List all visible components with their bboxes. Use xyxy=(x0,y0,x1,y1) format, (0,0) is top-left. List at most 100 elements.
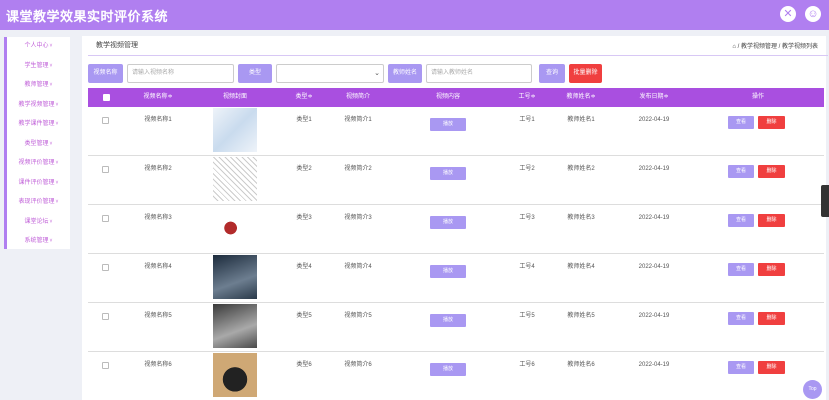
column-header[interactable]: 视频名称≑ xyxy=(130,88,186,107)
sidebar-item-students[interactable]: 学生管理˅ xyxy=(7,57,70,77)
sidebar-item-profile[interactable]: 个人中心˅ xyxy=(7,37,70,57)
home-icon[interactable]: ⌂ xyxy=(732,44,736,50)
video-name-cell: 视频名称2 xyxy=(144,166,172,172)
type-cell: 类型5 xyxy=(296,313,312,319)
teacher-name-cell: 教师姓名6 xyxy=(567,362,595,368)
sidebar-item-video-reviews[interactable]: 视频评价管理˅ xyxy=(7,154,70,174)
table-row: 视频名称3 类型3 视频简介3 播放 工号3 教师姓名3 2022-04-19 查看 删除 xyxy=(88,206,824,254)
row-checkbox[interactable] xyxy=(102,117,109,124)
teacher-name-input[interactable]: 请输入教师姓名 xyxy=(426,64,532,83)
publish-date-cell: 2022-04-19 xyxy=(638,117,670,123)
video-cover-image xyxy=(213,108,257,152)
table-row: 视频名称4 类型4 视频简介4 播放 工号4 教师姓名4 2022-04-19 查看 删除 xyxy=(88,255,824,303)
play-button[interactable]: 播放 xyxy=(430,265,466,278)
back-to-top-button[interactable]: Top xyxy=(803,380,822,399)
chevron-down-icon: ˅ xyxy=(49,62,53,69)
user-icon[interactable]: ☺ xyxy=(805,6,821,22)
sidebar-item-forum[interactable]: 课堂论坛˅ xyxy=(7,213,70,233)
type-cell: 类型4 xyxy=(296,264,312,270)
view-button[interactable]: 查看 xyxy=(728,165,754,178)
search-bar: 视频名称 请输入视频名称 类型 ⌄ 教师姓名 请输入教师姓名 查询 批量删除 xyxy=(88,64,828,84)
video-table: 视频名称≑ 视频封面 类型≑ 视频简介 视频内容 工号≑ 教师姓名≑ 发布日期≑… xyxy=(88,88,824,400)
delete-button[interactable]: 删除 xyxy=(758,214,785,227)
play-button[interactable]: 播放 xyxy=(430,216,466,229)
column-header[interactable]: 发布日期≑ xyxy=(626,88,682,107)
table-row: 视频名称2 类型2 视频简介2 播放 工号2 教师姓名2 2022-04-19 查看 删除 xyxy=(88,157,824,205)
sidebar-item-performance-reviews[interactable]: 表现评价管理˅ xyxy=(7,193,70,213)
video-name-cell: 视频名称5 xyxy=(144,313,172,319)
type-select[interactable]: ⌄ xyxy=(276,64,384,83)
sidebar-item-system[interactable]: 系统管理˅ xyxy=(7,232,70,252)
column-header: 视频内容 xyxy=(435,94,460,100)
row-checkbox[interactable] xyxy=(102,362,109,369)
scrollbar-handle[interactable] xyxy=(821,185,829,217)
column-header: 操作 xyxy=(751,94,764,100)
chevron-down-icon: ˅ xyxy=(55,160,59,166)
type-cell: 类型1 xyxy=(296,117,312,123)
view-button[interactable]: 查看 xyxy=(728,116,754,129)
column-header[interactable]: 教师姓名≑ xyxy=(556,88,606,107)
table-header: 视频名称≑ 视频封面 类型≑ 视频简介 视频内容 工号≑ 教师姓名≑ 发布日期≑… xyxy=(88,88,824,107)
intro-cell: 视频简介2 xyxy=(344,166,372,172)
sidebar-item-videos[interactable]: 教学视频管理˅ xyxy=(7,96,70,116)
teacher-name-cell: 教师姓名4 xyxy=(567,264,595,270)
view-button[interactable]: 查看 xyxy=(728,361,754,374)
publish-date-cell: 2022-04-19 xyxy=(638,166,670,172)
row-checkbox[interactable] xyxy=(102,313,109,320)
table-row: 视频名称5 类型5 视频简介5 播放 工号5 教师姓名5 2022-04-19 查看 删除 xyxy=(88,304,824,352)
play-button[interactable]: 播放 xyxy=(430,118,466,131)
delete-button[interactable]: 删除 xyxy=(758,312,785,325)
view-button[interactable]: 查看 xyxy=(728,312,754,325)
play-button[interactable]: 播放 xyxy=(430,314,466,327)
top-bar: 课堂教学效果实时评价系统 ✕ ☺ xyxy=(0,0,829,30)
column-header[interactable]: 工号≑ xyxy=(508,88,546,107)
batch-delete-button[interactable]: 批量删除 xyxy=(569,64,602,83)
publish-date-cell: 2022-04-19 xyxy=(638,264,670,270)
fullscreen-icon[interactable]: ✕ xyxy=(780,6,796,22)
row-checkbox[interactable] xyxy=(102,264,109,271)
page-tab[interactable]: 教学视频管理 xyxy=(96,40,138,50)
type-cell: 类型6 xyxy=(296,362,312,368)
chevron-down-icon: ˅ xyxy=(55,199,59,205)
query-button[interactable]: 查询 xyxy=(539,64,565,83)
video-name-input[interactable]: 请输入视频名称 xyxy=(127,64,234,83)
delete-button[interactable]: 删除 xyxy=(758,116,785,129)
chevron-down-icon: ˅ xyxy=(55,101,59,108)
chevron-down-icon: ˅ xyxy=(55,179,59,186)
play-button[interactable]: 播放 xyxy=(430,363,466,376)
sidebar-item-teachers[interactable]: 教师管理˅ xyxy=(7,76,70,96)
chevron-down-icon: ˅ xyxy=(49,140,53,147)
chevron-down-icon: ˅ xyxy=(55,121,59,127)
sidebar-item-types[interactable]: 类型管理˅ xyxy=(7,135,70,155)
row-checkbox[interactable] xyxy=(102,215,109,222)
chevron-down-icon: ˅ xyxy=(49,82,53,88)
teacher-name-cell: 教师姓名1 xyxy=(567,117,595,123)
tab-underline xyxy=(88,55,828,56)
chevron-down-icon: ˅ xyxy=(49,43,53,49)
intro-cell: 视频简介6 xyxy=(344,362,372,368)
teacher-name-cell: 教师姓名3 xyxy=(567,215,595,221)
sidebar: 个人中心˅ 学生管理˅ 教师管理˅ 教学视频管理˅ 教学课件管理˅ 类型管理˅ … xyxy=(4,37,70,249)
view-button[interactable]: 查看 xyxy=(728,263,754,276)
delete-button[interactable]: 删除 xyxy=(758,263,785,276)
publish-date-cell: 2022-04-19 xyxy=(638,362,670,368)
sidebar-item-courseware[interactable]: 教学课件管理˅ xyxy=(7,115,70,135)
row-checkbox[interactable] xyxy=(102,166,109,173)
table-row: 视频名称1 类型1 视频简介1 播放 工号1 教师姓名1 2022-04-19 查看 删除 xyxy=(88,108,824,156)
delete-button[interactable]: 删除 xyxy=(758,361,785,374)
intro-cell: 视频简介4 xyxy=(344,264,372,270)
publish-date-cell: 2022-04-19 xyxy=(638,215,670,221)
video-cover-image xyxy=(213,255,257,299)
sidebar-item-courseware-reviews[interactable]: 课件评价管理˅ xyxy=(7,174,70,194)
job-number-cell: 工号1 xyxy=(519,117,535,123)
teacher-name-label: 教师姓名 xyxy=(388,64,422,83)
delete-button[interactable]: 删除 xyxy=(758,165,785,178)
chevron-down-icon: ˅ xyxy=(49,238,53,244)
play-button[interactable]: 播放 xyxy=(430,167,466,180)
type-cell: 类型3 xyxy=(296,215,312,221)
column-header[interactable]: 类型≑ xyxy=(284,88,324,107)
view-button[interactable]: 查看 xyxy=(728,214,754,227)
type-label: 类型 xyxy=(238,64,272,83)
select-all-checkbox[interactable] xyxy=(103,94,110,101)
intro-cell: 视频简介1 xyxy=(344,117,372,123)
